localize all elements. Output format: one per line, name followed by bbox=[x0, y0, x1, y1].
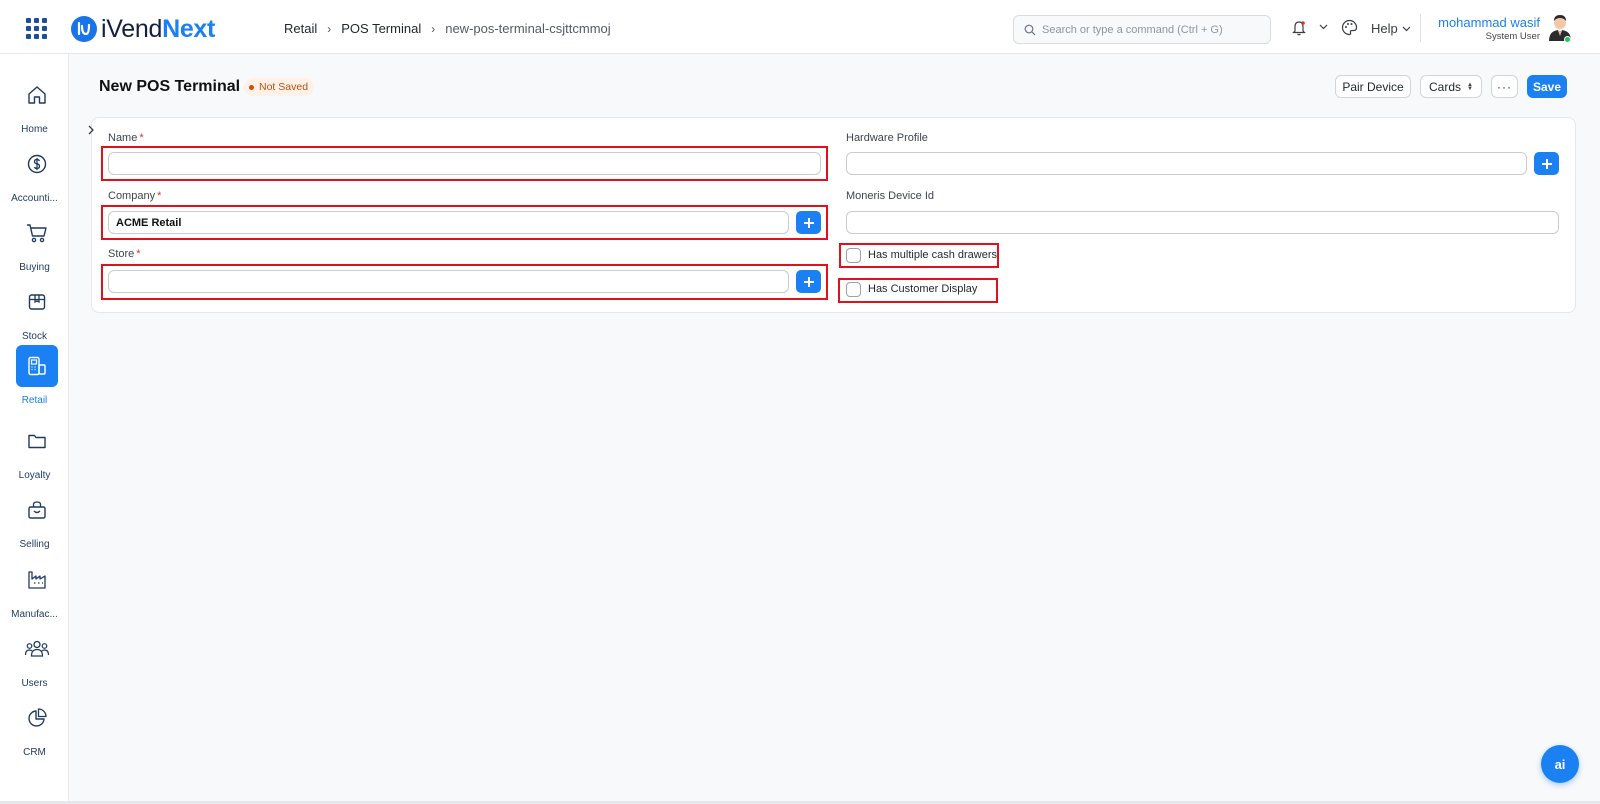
store-input[interactable] bbox=[108, 270, 789, 293]
header-divider bbox=[1420, 14, 1421, 42]
top-navbar: iVendNext Retail › POS Terminal › new-po… bbox=[0, 0, 1600, 54]
breadcrumb-pos-terminal[interactable]: POS Terminal bbox=[341, 21, 421, 36]
box-icon bbox=[16, 281, 58, 323]
status-dot bbox=[249, 84, 254, 90]
sidebar-item-selling[interactable]: Selling bbox=[0, 489, 69, 557]
sidebar-item-manufacturing[interactable]: Manufac... bbox=[0, 559, 69, 627]
has-customer-display-checkbox[interactable] bbox=[846, 282, 861, 297]
page-title: New POS Terminal bbox=[99, 78, 241, 95]
search-icon bbox=[1024, 24, 1036, 35]
sidebar-item-home[interactable]: Home bbox=[0, 74, 69, 142]
chevron-down-icon[interactable] bbox=[1319, 24, 1328, 30]
sidebar-item-users[interactable]: Users bbox=[0, 628, 69, 696]
sidebar-item-accounting[interactable]: Accounti... bbox=[0, 143, 69, 211]
shopping-bag-icon bbox=[16, 489, 58, 531]
sidebar-item-retail[interactable]: Retail bbox=[0, 345, 69, 413]
pair-device-button[interactable]: Pair Device bbox=[1335, 75, 1411, 98]
status-text: Not Saved bbox=[259, 81, 309, 93]
cart-icon bbox=[16, 212, 58, 254]
cards-select-button[interactable]: Cards ▲ ▼ bbox=[1420, 75, 1482, 98]
sidebar-item-crm[interactable]: CRM bbox=[0, 697, 69, 765]
logo-text-next: Next bbox=[162, 14, 216, 43]
folder-icon bbox=[16, 420, 58, 462]
sidebar-item-label: Home bbox=[21, 124, 48, 135]
store-label: Store * bbox=[108, 248, 141, 260]
palette-icon[interactable] bbox=[1341, 19, 1358, 36]
notification-bell-icon[interactable] bbox=[1292, 20, 1306, 36]
sidebar-item-label: Loyalty bbox=[18, 470, 51, 481]
logo-mark-icon bbox=[71, 16, 97, 42]
factory-icon bbox=[16, 559, 58, 601]
online-status-dot bbox=[1564, 36, 1571, 43]
ai-assistant-button[interactable]: ai bbox=[1541, 745, 1579, 783]
pos-terminal-icon bbox=[16, 345, 58, 387]
sidebar-item-label: Accounti... bbox=[11, 193, 58, 204]
moneris-device-id-label: Moneris Device Id bbox=[846, 190, 935, 202]
add-hardware-profile-button[interactable] bbox=[1534, 152, 1559, 175]
sidebar-item-label: Manufac... bbox=[11, 609, 58, 620]
search-bar[interactable] bbox=[1013, 15, 1271, 44]
home-icon bbox=[16, 74, 58, 116]
name-label: Name * bbox=[108, 132, 144, 144]
sidebar-item-label: CRM bbox=[23, 747, 46, 758]
plus-icon bbox=[1541, 158, 1552, 169]
sidebar-item-loyalty[interactable]: Loyalty bbox=[0, 420, 69, 488]
app-logo[interactable]: iVendNext bbox=[71, 14, 215, 44]
select-arrows-icon: ▲ ▼ bbox=[1467, 81, 1473, 92]
help-label: Help bbox=[1371, 21, 1398, 36]
hardware-profile-input[interactable] bbox=[846, 152, 1527, 175]
sidebar-item-label: Selling bbox=[19, 539, 50, 550]
chevron-right-icon: › bbox=[431, 21, 436, 36]
users-icon bbox=[16, 628, 58, 670]
plus-icon bbox=[803, 276, 814, 287]
breadcrumb-retail[interactable]: Retail bbox=[284, 21, 317, 36]
chevron-down-icon bbox=[1402, 26, 1411, 31]
user-role: System User bbox=[1485, 31, 1540, 42]
chevron-right-icon[interactable] bbox=[86, 124, 96, 136]
logo-text-ivend: iVend bbox=[101, 14, 163, 43]
status-badge: Not Saved bbox=[244, 78, 315, 96]
name-input[interactable] bbox=[108, 152, 821, 175]
company-input[interactable] bbox=[108, 211, 789, 234]
add-company-button[interactable] bbox=[796, 211, 821, 234]
sidebar-item-label: Stock bbox=[21, 331, 47, 342]
breadcrumb-current: new-pos-terminal-csjttcmmoj bbox=[445, 21, 611, 36]
sidebar-item-label: Users bbox=[21, 678, 48, 689]
plus-icon bbox=[803, 217, 814, 228]
pie-chart-icon bbox=[16, 697, 58, 739]
chevron-right-icon: › bbox=[327, 21, 332, 36]
sidebar-item-label: Retail bbox=[21, 395, 48, 406]
sidebar-item-label: Buying bbox=[19, 262, 50, 273]
company-label: Company * bbox=[108, 190, 162, 202]
dollar-icon bbox=[16, 143, 58, 185]
moneris-device-id-input[interactable] bbox=[846, 211, 1559, 234]
hardware-profile-label: Hardware Profile bbox=[846, 132, 928, 144]
more-actions-button[interactable]: ··· bbox=[1491, 75, 1518, 98]
has-customer-display-label[interactable]: Has Customer Display bbox=[868, 283, 977, 295]
has-multiple-cash-drawers-checkbox[interactable] bbox=[846, 248, 861, 263]
help-menu[interactable]: Help bbox=[1371, 21, 1411, 36]
search-input[interactable] bbox=[1042, 23, 1262, 36]
sidebar-item-buying[interactable]: Buying bbox=[0, 212, 69, 280]
has-multiple-cash-drawers-label[interactable]: Has multiple cash drawers bbox=[868, 249, 997, 261]
user-name[interactable]: mohammad wasif bbox=[1438, 15, 1540, 30]
app-grid-icon[interactable] bbox=[26, 18, 48, 39]
breadcrumb: Retail › POS Terminal › new-pos-terminal… bbox=[284, 21, 611, 36]
sidebar: Home Accounti... Buying Stock Retail Loy… bbox=[0, 54, 69, 804]
save-button[interactable]: Save bbox=[1527, 75, 1567, 98]
add-store-button[interactable] bbox=[796, 270, 821, 293]
sidebar-item-stock[interactable]: Stock bbox=[0, 281, 69, 349]
cards-label: Cards bbox=[1429, 79, 1462, 94]
